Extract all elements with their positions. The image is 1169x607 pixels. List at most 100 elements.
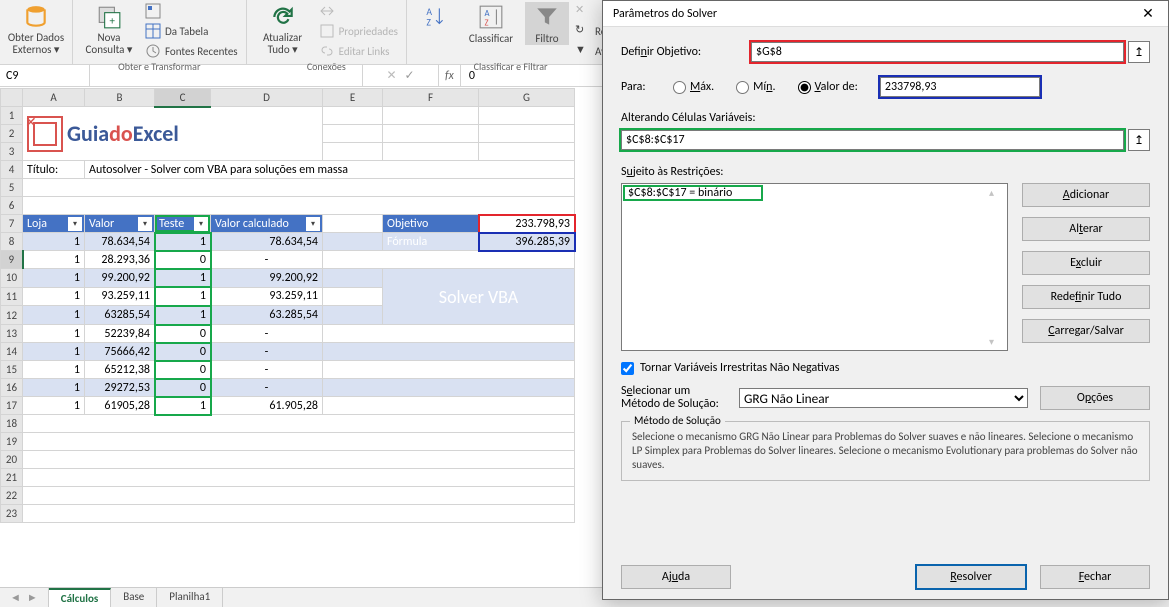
col-header[interactable]: B	[85, 89, 155, 107]
row-header[interactable]: 12	[1, 306, 23, 325]
radio-valor-de[interactable]: Valor de:	[798, 80, 858, 94]
metodo-legend: Método de Solução	[630, 414, 725, 427]
filter-icon	[534, 4, 560, 30]
radio-max[interactable]: Máx.	[673, 80, 714, 94]
table-icon	[145, 23, 161, 39]
col-header[interactable]: E	[323, 89, 383, 107]
col-header[interactable]: G	[479, 89, 575, 107]
atualizar-tudo-button[interactable]: Atualizar Tudo ▾	[253, 2, 313, 55]
new-query-icon: +	[96, 4, 122, 30]
row-header[interactable]: 22	[1, 487, 23, 505]
select-all-corner[interactable]	[1, 89, 23, 107]
fx-icon[interactable]: fx	[439, 65, 461, 86]
database-icon	[23, 4, 49, 30]
table-header-valorcalc[interactable]: Valor calculado▾	[211, 215, 323, 233]
row-header[interactable]: 19	[1, 433, 23, 451]
mostrar-consultas-button[interactable]	[143, 2, 240, 20]
col-header[interactable]: A	[23, 89, 85, 107]
sort-az-icon: AZ	[422, 4, 448, 30]
close-icon[interactable]: ✕	[1132, 3, 1164, 25]
sheet-tab-calculos[interactable]: Cálculos	[49, 588, 111, 607]
row-header[interactable]: 10	[1, 269, 23, 288]
properties-icon	[319, 23, 335, 39]
restrictions-list[interactable]: $C$8:$C$17 = binário ▴▾	[621, 183, 1008, 351]
col-header[interactable]: F	[383, 89, 479, 107]
row-header[interactable]: 20	[1, 451, 23, 469]
row-header[interactable]: 1	[1, 107, 23, 125]
classificar-button[interactable]: AZ Classificar	[461, 2, 521, 45]
row-header[interactable]: 4	[1, 161, 23, 179]
accept-formula-icon[interactable]: ✓	[405, 68, 415, 83]
row-header[interactable]: 14	[1, 343, 23, 361]
queries-icon	[145, 3, 161, 19]
reapply-icon: ↻	[575, 23, 591, 39]
radio-min[interactable]: Mín.	[736, 80, 775, 94]
row-header[interactable]: 13	[1, 325, 23, 343]
range-picker-button[interactable]: ↥	[1128, 129, 1150, 151]
clear-icon: ✕	[575, 3, 591, 19]
scroll-up-icon[interactable]: ▴	[989, 186, 1003, 199]
row-header[interactable]: 11	[1, 287, 23, 306]
adicionar-button[interactable]: Adicionar	[1022, 183, 1150, 207]
row-header[interactable]: 3	[1, 143, 23, 161]
row-header[interactable]: 18	[1, 415, 23, 433]
row-header[interactable]: 21	[1, 469, 23, 487]
carregar-salvar-button[interactable]: Carregar/Salvar	[1022, 319, 1150, 343]
alterar-button[interactable]: Alterar	[1022, 217, 1150, 241]
sort-asc-button[interactable]: AZ	[413, 2, 457, 32]
row-header[interactable]: 23	[1, 505, 23, 523]
sheet-nav-prev-icon[interactable]: ►	[27, 591, 38, 604]
row-header[interactable]: 17	[1, 397, 23, 415]
svg-text:+: +	[110, 15, 116, 28]
classificar-label: Classificar	[469, 32, 513, 45]
row-header[interactable]: 15	[1, 361, 23, 379]
alterando-input[interactable]	[621, 130, 1124, 150]
definir-objetivo-label: Definir Objetivo:	[621, 45, 751, 59]
filter-dropdown-icon[interactable]: ▾	[306, 217, 320, 231]
da-tabela-button[interactable]: Da Tabela	[143, 22, 240, 40]
fontes-recentes-button[interactable]: Fontes Recentes	[143, 42, 240, 60]
cancel-formula-icon[interactable]: ✕	[386, 68, 396, 83]
table-header-loja[interactable]: Loja▾	[23, 215, 85, 233]
row-header[interactable]: 9	[1, 251, 23, 269]
row-header[interactable]: 7	[1, 215, 23, 233]
range-picker-button[interactable]: ↥	[1128, 41, 1150, 63]
sort-icon: AZ	[478, 4, 504, 30]
opcoes-button[interactable]: Opções	[1040, 386, 1150, 410]
table-header-valor[interactable]: Valor▾	[85, 215, 155, 233]
title-label: Título:	[23, 161, 85, 179]
row-header[interactable]: 8	[1, 233, 23, 251]
objetivo-input[interactable]	[751, 42, 1124, 62]
filtro-button[interactable]: Filtro	[525, 2, 569, 45]
row-header[interactable]: 16	[1, 379, 23, 397]
solver-vba-button[interactable]: Solver VBA	[383, 269, 575, 325]
name-box[interactable]: C9	[0, 65, 90, 86]
filter-dropdown-icon[interactable]: ▾	[194, 217, 208, 231]
resolver-button[interactable]: Resolver	[916, 565, 1026, 589]
obter-dados-externos-button[interactable]: Obter Dados Externos ▾	[6, 2, 66, 55]
active-cell[interactable]: 0	[155, 251, 211, 269]
valor-de-input[interactable]	[880, 77, 1040, 97]
para-label: Para:	[621, 80, 673, 94]
scroll-down-icon[interactable]: ▾	[989, 335, 1003, 348]
col-header[interactable]: C	[155, 89, 211, 107]
col-header[interactable]: D	[211, 89, 323, 107]
sheet-tab-planilha1[interactable]: Planilha1	[157, 588, 223, 607]
metodo-select[interactable]: GRG Não Linear	[739, 388, 1028, 408]
row-header[interactable]: 2	[1, 125, 23, 143]
redefinir-button[interactable]: Redefinir Tudo	[1022, 285, 1150, 309]
dialog-title: Parâmetros do Solver	[613, 7, 717, 21]
nova-consulta-button[interactable]: + Nova Consulta ▾	[79, 2, 139, 55]
filter-dropdown-icon[interactable]: ▾	[68, 217, 82, 231]
nao-negativas-checkbox[interactable]: Tornar Variáveis Irrestritas Não Negativ…	[621, 361, 1150, 375]
fechar-button[interactable]: Fechar	[1040, 565, 1150, 589]
row-header[interactable]: 6	[1, 197, 23, 215]
sheet-tab-base[interactable]: Base	[111, 588, 157, 607]
solver-dialog: Parâmetros do Solver ✕ Definir Objetivo:…	[602, 0, 1169, 600]
filter-dropdown-icon[interactable]: ▾	[138, 217, 152, 231]
ajuda-button[interactable]: Ajuda	[621, 565, 731, 589]
excluir-button[interactable]: Excluir	[1022, 251, 1150, 275]
row-header[interactable]: 5	[1, 179, 23, 197]
table-header-teste[interactable]: Teste▾	[155, 215, 211, 233]
sheet-nav-first-icon[interactable]: ◄	[10, 591, 21, 604]
